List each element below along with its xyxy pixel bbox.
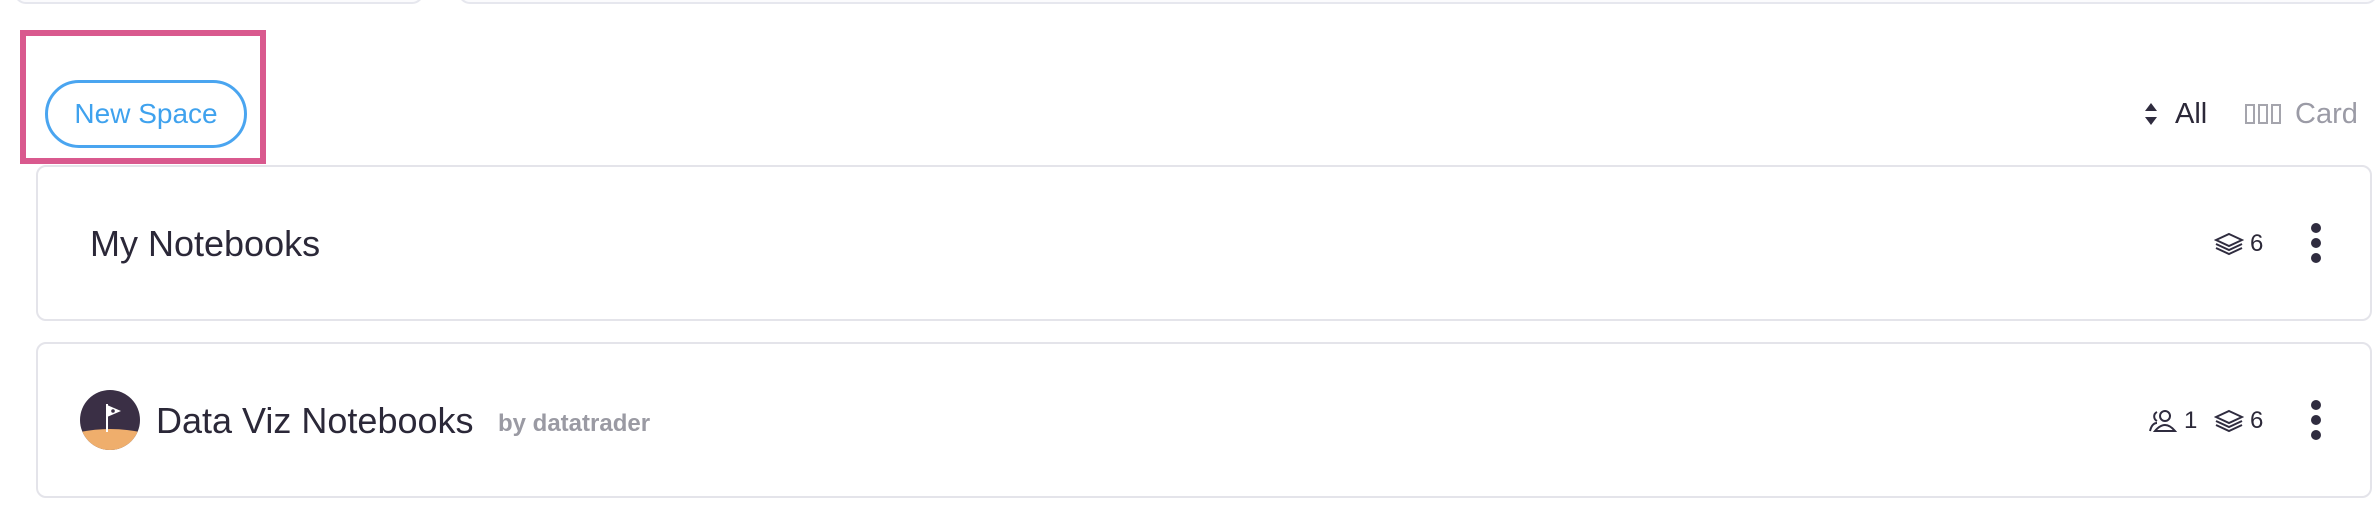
top-search-field[interactable]	[458, 0, 2378, 4]
view-toggle[interactable]: Card	[2245, 96, 2358, 132]
space-card-data-viz-notebooks[interactable]: Data Viz Notebooks by datatrader 1 6	[36, 342, 2372, 498]
member-count: 1	[2148, 404, 2197, 438]
notebook-count: 6	[2214, 404, 2263, 438]
avatar	[80, 390, 140, 450]
notebook-count: 6	[2214, 227, 2263, 261]
sort-filter-control[interactable]: All	[2143, 96, 2207, 132]
card-view-icon	[2245, 104, 2281, 124]
layers-icon	[2214, 232, 2244, 256]
kebab-menu-icon[interactable]	[2304, 398, 2328, 442]
member-count-value: 1	[2184, 407, 2198, 434]
new-space-button[interactable]: New Space	[45, 80, 247, 148]
sort-label: All	[2175, 97, 2208, 130]
kebab-menu-icon[interactable]	[2304, 221, 2328, 265]
space-card-my-notebooks[interactable]: My Notebooks 6	[36, 165, 2372, 321]
space-title: Data Viz Notebooks	[156, 400, 474, 441]
users-icon	[2149, 410, 2178, 432]
notebook-count-value: 6	[2250, 230, 2264, 257]
notebook-count-value: 6	[2250, 407, 2264, 434]
top-filter-field[interactable]	[14, 0, 424, 4]
space-owner: by datatrader	[498, 410, 651, 437]
view-label: Card	[2295, 97, 2358, 130]
layers-icon	[2214, 409, 2244, 433]
sort-icon	[2145, 103, 2157, 125]
space-title: My Notebooks	[90, 223, 321, 264]
spaces-page: New Space All Card My Notebooks 6 Data V…	[0, 0, 2380, 518]
